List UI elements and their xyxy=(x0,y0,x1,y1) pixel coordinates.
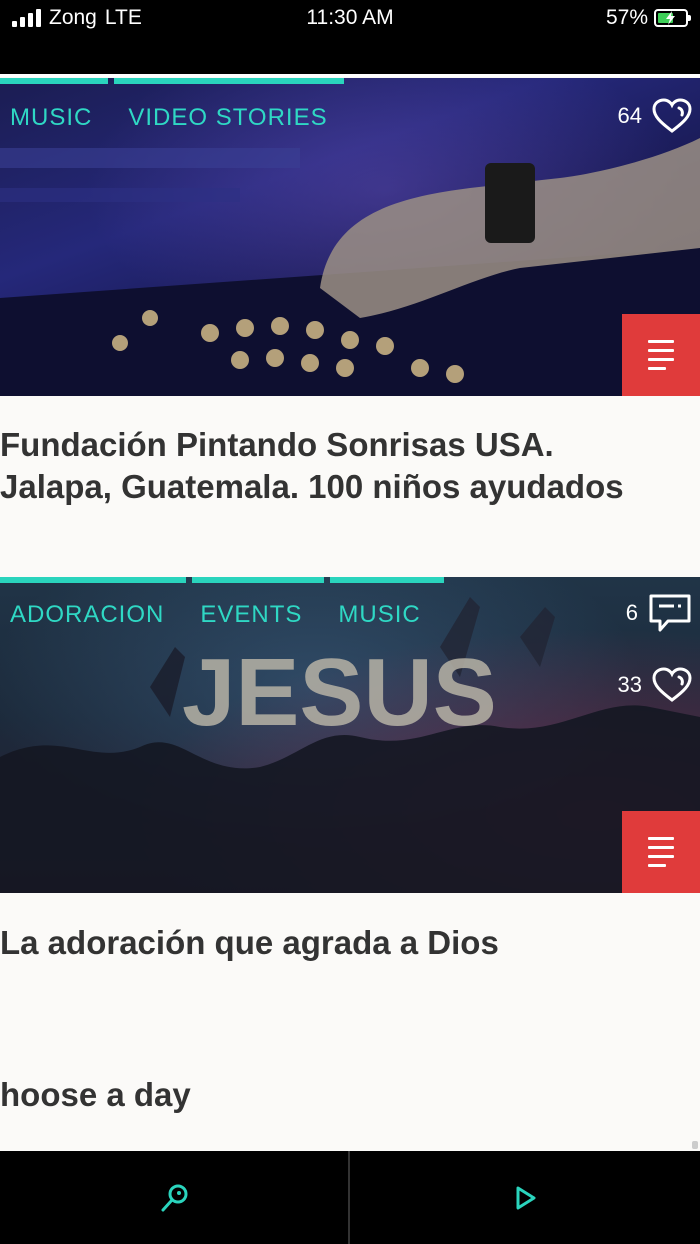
tag-underline xyxy=(192,577,324,583)
article-menu-button[interactable] xyxy=(622,811,700,893)
heart-icon xyxy=(652,98,692,133)
tag-underline xyxy=(0,577,186,583)
tag-music[interactable]: MUSIC xyxy=(338,601,420,629)
comment-count: 6 xyxy=(625,600,638,625)
tag-events[interactable]: EVENTS xyxy=(200,601,302,629)
play-button[interactable] xyxy=(351,1151,700,1244)
article-title-line: La adoración que agrada a Dios xyxy=(0,924,499,961)
nav-divider xyxy=(348,1151,350,1244)
like-count: 64 xyxy=(617,103,642,128)
tag-underline xyxy=(0,78,108,84)
tag-adoracion[interactable]: ADORACION xyxy=(10,601,164,629)
search-icon xyxy=(161,1184,187,1211)
search-button[interactable] xyxy=(0,1151,349,1244)
tag-music[interactable]: MUSIC xyxy=(10,104,92,132)
section-title: hoose a day xyxy=(0,1076,191,1113)
like-counter[interactable]: 64 xyxy=(618,98,692,134)
article-card-image[interactable]: JESUS ADORACION EVENTS MUSIC 6 33 xyxy=(0,577,700,893)
jesus-image-text: JESUS xyxy=(182,639,497,746)
battery-indicator: 57% xyxy=(605,6,691,30)
like-counter[interactable]: 33 xyxy=(618,667,692,703)
battery-charging-icon xyxy=(654,9,691,27)
bolt-icon xyxy=(666,11,675,25)
status-bar: Zong LTE 11:30 AM 57% xyxy=(0,0,700,76)
tag-video-stories[interactable]: VIDEO STORIES xyxy=(128,104,327,132)
article-title[interactable]: La adoración que agrada a Dios xyxy=(0,922,700,964)
status-time: 11:30 AM xyxy=(306,6,394,29)
tag-underline xyxy=(114,78,344,84)
tag-list: ADORACION EVENTS MUSIC xyxy=(10,601,421,629)
tag-underline xyxy=(330,577,444,583)
comment-counter[interactable]: 6 xyxy=(626,593,692,633)
like-count: 33 xyxy=(617,672,642,697)
article-card-image[interactable]: MUSIC VIDEO STORIES 64 xyxy=(0,78,700,396)
bottom-nav xyxy=(0,1151,700,1244)
article-title[interactable]: Fundación Pintando Sonrisas USA. Jalapa,… xyxy=(0,424,700,508)
tag-list: MUSIC VIDEO STORIES xyxy=(10,104,328,132)
article-menu-button[interactable] xyxy=(622,314,700,396)
top-divider xyxy=(0,74,700,77)
article-title-line: Fundación Pintando Sonrisas USA. xyxy=(0,426,554,463)
article-title-line: Jalapa, Guatemala. 100 niños ayudados xyxy=(0,468,624,505)
play-icon xyxy=(516,1186,535,1209)
battery-percent: 57% xyxy=(605,6,648,29)
scrollbar[interactable] xyxy=(692,1141,698,1149)
comment-icon xyxy=(649,594,691,632)
heart-icon xyxy=(652,667,692,702)
